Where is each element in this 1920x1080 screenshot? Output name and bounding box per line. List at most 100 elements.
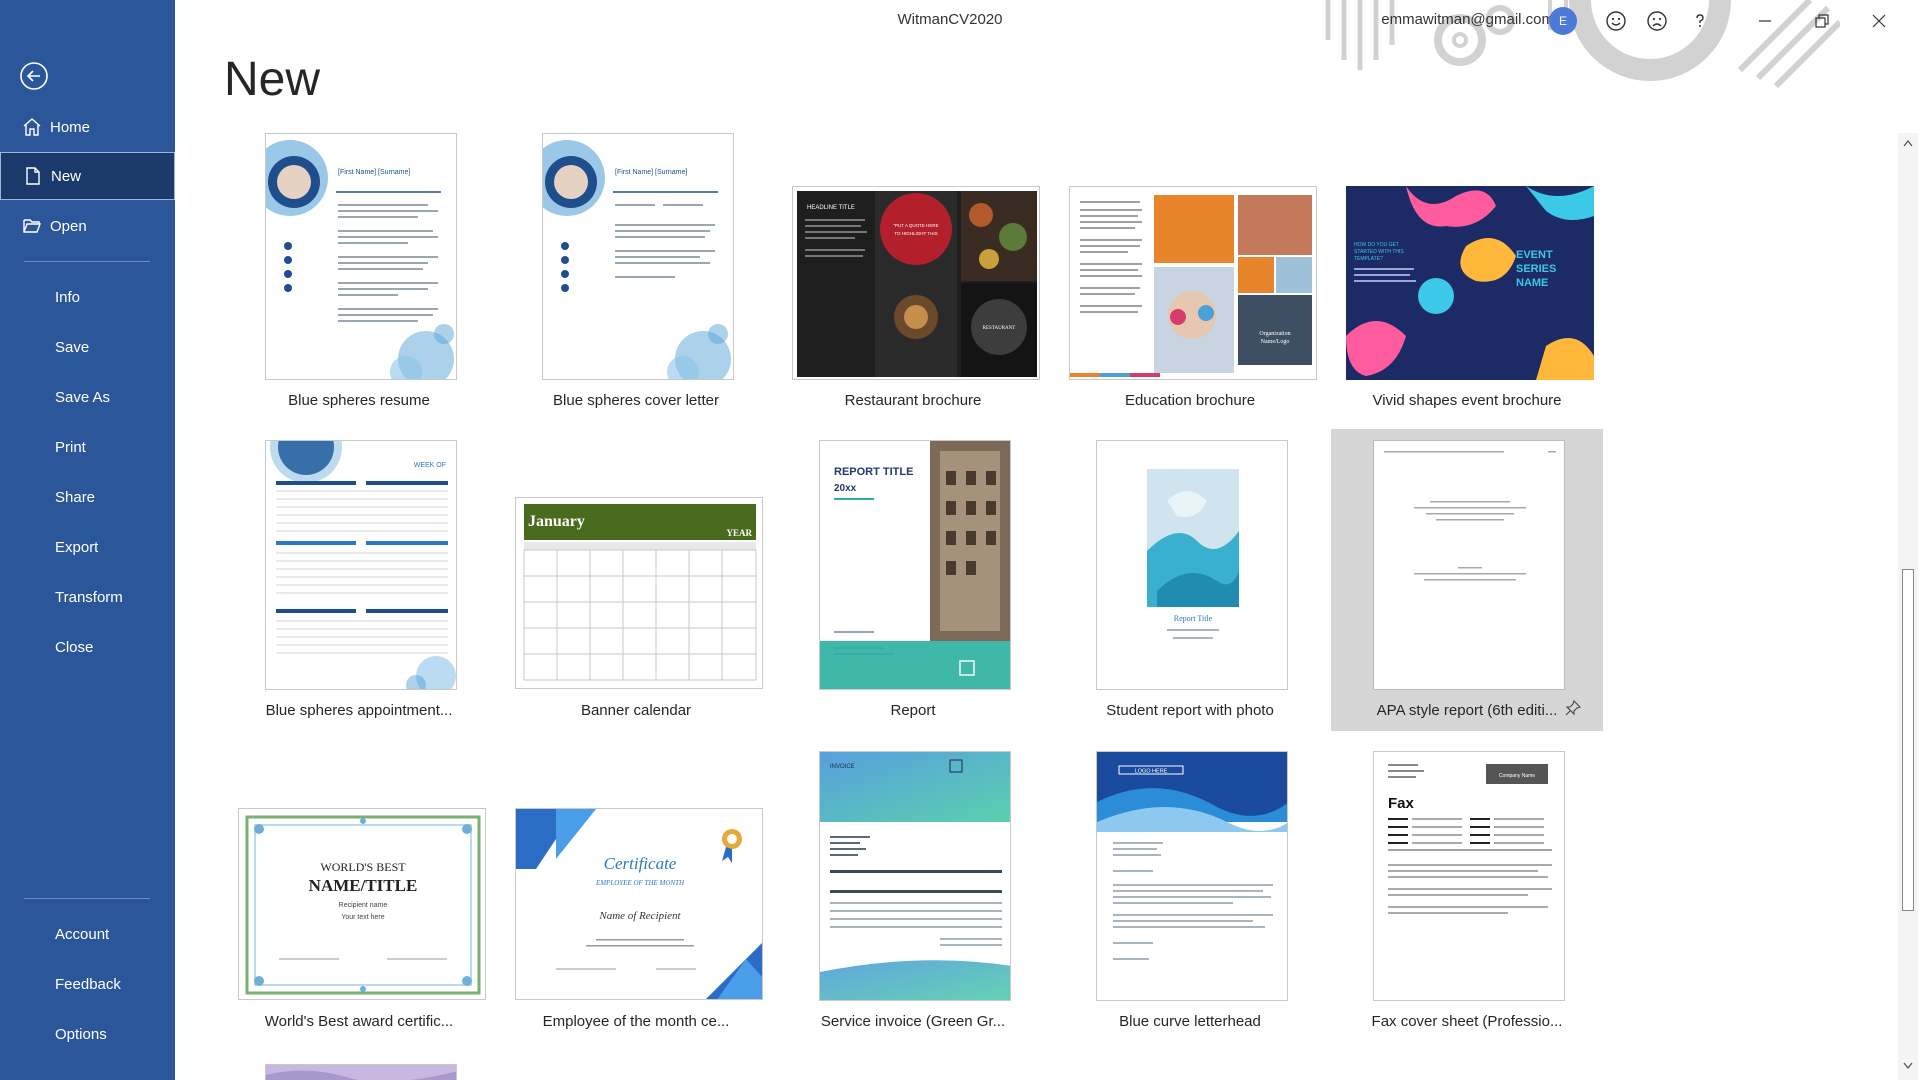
template-student-report-with-photo[interactable]: Report Title Student report with photo [1054, 437, 1326, 727]
template-label: Fax cover sheet (Professio... [1371, 1013, 1563, 1030]
sidebar-item-label: Feedback [55, 975, 121, 993]
scroll-thumb[interactable] [1902, 569, 1914, 911]
sidebar-item-close[interactable]: Close [0, 623, 175, 671]
sidebar-item-open[interactable]: Open [0, 202, 175, 250]
sidebar-item-label: New [51, 167, 82, 185]
template-label: Employee of the month ce... [542, 1013, 730, 1030]
template-label: Blue spheres appointment... [265, 702, 453, 719]
sidebar-item-print[interactable]: Print [0, 423, 175, 471]
minimize-button[interactable] [1750, 6, 1780, 36]
template-thumbnail [265, 1064, 457, 1080]
template-thumbnail: [First Name] [Surname] [265, 133, 457, 380]
template-education-brochure[interactable]: Organization Name/Logo Education brochur… [1054, 126, 1326, 416]
svg-text:January: January [528, 513, 585, 530]
template-thumbnail: WEEK OF [265, 440, 457, 690]
backstage-sidebar: Home New Open Info Save Save As Print Sh… [0, 0, 175, 1080]
svg-text:[First Name] [Surname]: [First Name] [Surname] [338, 169, 410, 176]
close-window-button[interactable] [1864, 6, 1894, 36]
template-label: Education brochure [1124, 392, 1256, 409]
scroll-up-button[interactable] [1898, 135, 1918, 151]
svg-text:Certificate: Certificate [604, 854, 677, 873]
svg-text:INVOICE: INVOICE [830, 764, 855, 770]
template-report[interactable]: REPORT TITLE 20xx Report [777, 437, 1049, 727]
template-employee-of-the-month-certificate[interactable]: Certificate EMPLOYEE OF THE MONTH Name o… [500, 748, 772, 1038]
svg-text:YEAR: YEAR [726, 528, 752, 538]
svg-text:Name/Logo: Name/Logo [1261, 339, 1290, 345]
template-thumbnail: HEADLINE TITLE "PUT A QUOTE HERE TO HIGH… [792, 186, 1040, 380]
sidebar-item-home[interactable]: Home [0, 103, 175, 151]
template-blue-spheres-appointment[interactable]: WEEK OF Blue spheres appointment... [223, 437, 495, 727]
template-apa-style-report[interactable]: APA style report (6th editi... [1331, 429, 1603, 731]
template-label: Blue spheres resume [288, 392, 430, 409]
template-thumbnail: Company Name Fax [1373, 751, 1565, 1001]
smile-feedback-button[interactable] [1601, 6, 1631, 36]
sidebar-item-save-as[interactable]: Save As [0, 373, 175, 421]
svg-text:TO HIGHLIGHT THIS: TO HIGHLIGHT THIS [894, 231, 937, 236]
template-blue-curve-letterhead[interactable]: LOGO HERE Blue curve letterhead [1054, 748, 1326, 1038]
sidebar-item-label: Share [55, 488, 96, 506]
template-partial-next-row[interactable] [223, 1058, 495, 1080]
back-arrow-icon [20, 62, 48, 90]
template-restaurant-brochure[interactable]: HEADLINE TITLE "PUT A QUOTE HERE TO HIGH… [777, 126, 1049, 416]
sidebar-item-transform[interactable]: Transform [0, 573, 175, 621]
template-label: Service invoice (Green Gr... [820, 1013, 1006, 1030]
sidebar-item-label: Transform [55, 588, 123, 606]
template-label: APA style report (6th editi... [1376, 702, 1558, 719]
svg-text:NAME/TITLE: NAME/TITLE [309, 876, 418, 895]
sidebar-item-new[interactable]: New [0, 152, 175, 200]
template-label: Student report with photo [1106, 702, 1274, 719]
title-bar: WitmanCV2020 emmawitman@gmail.com E [175, 0, 1920, 89]
template-service-invoice[interactable]: INVOICE Service invoice (Green Gr... [777, 748, 1049, 1038]
sidebar-item-label: Save [55, 338, 90, 356]
template-thumbnail: January YEAR [515, 497, 763, 689]
template-worlds-best-award-certificate[interactable]: WORLD'S BEST NAME/TITLE Recipient name Y… [223, 748, 495, 1038]
sidebar-item-label: Info [55, 288, 81, 306]
svg-text:WORLD'S BEST: WORLD'S BEST [320, 860, 406, 874]
sidebar-item-export[interactable]: Export [0, 523, 175, 571]
back-button[interactable] [14, 56, 54, 96]
svg-text:LOGO HERE: LOGO HERE [1135, 769, 1168, 775]
restore-button[interactable] [1807, 6, 1837, 36]
sidebar-item-label: Save As [55, 388, 111, 406]
template-thumbnail: Report Title [1096, 440, 1288, 690]
minimize-icon [1759, 20, 1771, 22]
svg-text:EVENT: EVENT [1516, 249, 1553, 261]
svg-text:Report Title: Report Title [1174, 614, 1213, 623]
svg-text:HEADLINE TITLE: HEADLINE TITLE [807, 205, 855, 211]
template-blue-spheres-resume[interactable]: [First Name] [Surname] Blue spheres resu… [223, 126, 495, 416]
sidebar-item-options[interactable]: Options [0, 1010, 175, 1058]
scroll-down-button[interactable] [1898, 1058, 1918, 1074]
sidebar-item-label: Close [55, 638, 94, 656]
svg-text:STARTED WITH THIS: STARTED WITH THIS [1354, 249, 1404, 255]
vertical-scrollbar[interactable] [1898, 133, 1918, 1080]
sidebar-item-label: Account [55, 925, 110, 943]
smile-icon [1606, 11, 1626, 31]
frown-feedback-button[interactable] [1642, 6, 1672, 36]
svg-text:Company Name: Company Name [1499, 773, 1535, 779]
template-label: Blue curve letterhead [1119, 1013, 1261, 1030]
svg-text:Your text here: Your text here [341, 914, 384, 921]
template-blue-spheres-cover-letter[interactable]: [First Name] [Surname] Blue spheres cove… [500, 126, 772, 416]
sidebar-divider [24, 261, 150, 262]
close-icon [1872, 14, 1886, 28]
user-email[interactable]: emmawitman@gmail.com [1381, 11, 1554, 28]
pin-icon[interactable] [1565, 699, 1582, 721]
sidebar-item-account[interactable]: Account [0, 910, 175, 958]
template-fax-cover-sheet[interactable]: Company Name Fax Fax cover sheet (Profes… [1331, 748, 1603, 1038]
help-button[interactable] [1685, 6, 1715, 36]
sidebar-item-share[interactable]: Share [0, 473, 175, 521]
sidebar-item-info[interactable]: Info [0, 273, 175, 321]
template-label: Report [890, 702, 936, 719]
template-banner-calendar[interactable]: January YEAR Banner calendar [500, 437, 772, 727]
folder-open-icon [22, 216, 50, 236]
template-label: World's Best award certific... [264, 1013, 454, 1030]
svg-text:SERIES: SERIES [1516, 263, 1556, 275]
sidebar-item-save[interactable]: Save [0, 323, 175, 371]
sidebar-item-feedback[interactable]: Feedback [0, 960, 175, 1008]
template-thumbnail: HOW DO YOU GET STARTED WITH THIS TEMPLAT… [1346, 186, 1594, 380]
avatar[interactable]: E [1549, 7, 1577, 35]
template-vivid-shapes-event-brochure[interactable]: HOW DO YOU GET STARTED WITH THIS TEMPLAT… [1331, 126, 1603, 416]
template-label: Vivid shapes event brochure [1372, 392, 1562, 409]
template-label: Banner calendar [580, 702, 692, 719]
svg-text:WEEK OF: WEEK OF [414, 462, 446, 469]
